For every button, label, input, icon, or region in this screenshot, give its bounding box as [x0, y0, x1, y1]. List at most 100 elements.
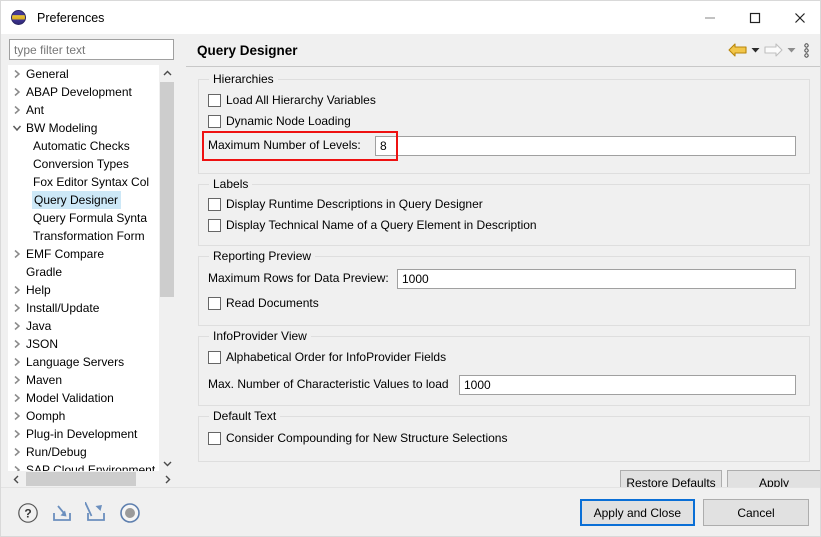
preferences-tree[interactable]: General ABAP Development Ant BW Modeling Aut… — [8, 65, 175, 471]
tree-item-plug-in-development[interactable]: Plug-in Development — [8, 425, 160, 443]
label-maximum-number-of-levels: Maximum Number of Levels: — [208, 138, 361, 152]
scroll-left-icon[interactable] — [8, 471, 24, 487]
checkbox-row-load-all-hierarchy-variables[interactable]: Load All Hierarchy Variables — [208, 93, 376, 107]
tree-vertical-scrollbar[interactable] — [159, 65, 175, 471]
view-menu-icon[interactable] — [798, 37, 814, 63]
tree-item-bw-modeling[interactable]: BW Modeling — [8, 119, 160, 137]
checkbox-row-display-runtime-descriptions[interactable]: Display Runtime Descriptions in Query De… — [208, 197, 483, 211]
chevron-right-icon[interactable] — [8, 249, 25, 259]
checkbox-load-all-hierarchy-variables[interactable] — [208, 93, 221, 107]
filter-field-wrapper — [9, 39, 174, 60]
max-characteristic-values-input[interactable] — [459, 375, 796, 395]
label-maximum-rows-for-data-preview: Maximum Rows for Data Preview: — [208, 271, 389, 285]
tree-item-abap-development[interactable]: ABAP Development — [8, 83, 160, 101]
tree-item-json[interactable]: JSON — [8, 335, 160, 353]
tree-item-label: Ant — [26, 103, 45, 117]
label-display-runtime-descriptions: Display Runtime Descriptions in Query De… — [226, 197, 483, 211]
chevron-right-icon[interactable] — [8, 339, 25, 349]
checkbox-row-read-documents[interactable]: Read Documents — [208, 296, 319, 310]
close-icon[interactable] — [777, 1, 820, 34]
svg-text:?: ? — [24, 507, 31, 521]
tree-item-conversion-types[interactable]: Conversion Types — [8, 155, 160, 173]
tree-item-maven[interactable]: Maven — [8, 371, 160, 389]
label-read-documents: Read Documents — [226, 296, 319, 310]
apply-and-close-button[interactable]: Apply and Close — [579, 499, 695, 526]
tree-item-query-designer[interactable]: Query Designer — [8, 191, 160, 209]
checkbox-dynamic-node-loading[interactable] — [208, 114, 221, 128]
preference-page: Query Designer Hierarchies Load All Hier… — [186, 34, 820, 495]
tree-item-help[interactable]: Help — [8, 281, 160, 299]
scroll-right-icon[interactable] — [159, 471, 175, 487]
chevron-right-icon[interactable] — [8, 357, 25, 367]
back-arrow-icon[interactable] — [726, 37, 748, 63]
checkbox-alphabetical-order-for-infoprovider-fields[interactable] — [208, 350, 221, 364]
horizontal-scroll-thumb[interactable] — [26, 472, 136, 486]
tree-item-automatic-checks[interactable]: Automatic Checks — [8, 137, 160, 155]
scroll-down-icon[interactable] — [159, 455, 175, 471]
help-icon[interactable]: ? — [15, 500, 41, 526]
checkbox-row-consider-compounding[interactable]: Consider Compounding for New Structure S… — [208, 431, 507, 445]
tree-item-label: BW Modeling — [26, 121, 98, 135]
chevron-down-icon[interactable] — [8, 124, 25, 132]
tree-item-query-formula-synta[interactable]: Query Formula Synta — [8, 209, 160, 227]
tree-item-install-update[interactable]: Install/Update — [8, 299, 160, 317]
tree-item-model-validation[interactable]: Model Validation — [8, 389, 160, 407]
checkbox-row-dynamic-node-loading[interactable]: Dynamic Node Loading — [208, 114, 351, 128]
chevron-right-icon[interactable] — [8, 303, 25, 313]
cancel-button[interactable]: Cancel — [703, 499, 809, 526]
tree-item-run-debug[interactable]: Run/Debug — [8, 443, 160, 461]
search-input[interactable] — [9, 39, 174, 60]
checkbox-row-display-technical-name[interactable]: Display Technical Name of a Query Elemen… — [208, 218, 537, 232]
export-preferences-icon[interactable] — [83, 500, 109, 526]
checkbox-display-runtime-descriptions[interactable] — [208, 197, 221, 211]
tree-item-general[interactable]: General — [8, 65, 160, 83]
chevron-right-icon[interactable] — [8, 375, 25, 385]
tree-item-label: Help — [26, 283, 51, 297]
tree-item-java[interactable]: Java — [8, 317, 160, 335]
minimize-icon[interactable] — [687, 1, 732, 34]
maximum-rows-for-data-preview-input[interactable] — [397, 269, 796, 289]
tree-item-ant[interactable]: Ant — [8, 101, 160, 119]
chevron-right-icon[interactable] — [8, 393, 25, 403]
tree-item-label: Install/Update — [26, 301, 100, 315]
dialog-footer: ? Apply and Close Cancel — [1, 487, 820, 536]
chevron-right-icon[interactable] — [8, 105, 25, 115]
label-dynamic-node-loading: Dynamic Node Loading — [226, 114, 351, 128]
tree-item-sap-cloud-environment[interactable]: SAP Cloud Environment — [8, 461, 160, 471]
chevron-right-icon[interactable] — [8, 285, 25, 295]
tree-item-label: Run/Debug — [26, 445, 87, 459]
chevron-right-icon[interactable] — [8, 321, 25, 331]
footer-icon-group: ? — [15, 500, 143, 526]
tree-item-label: EMF Compare — [26, 247, 105, 261]
tree-item-label: Oomph — [26, 409, 66, 423]
import-preferences-icon[interactable] — [49, 500, 75, 526]
chevron-right-icon[interactable] — [8, 87, 25, 97]
chevron-right-icon[interactable] — [8, 447, 25, 457]
group-hierarchies: Hierarchies Load All Hierarchy Variables… — [198, 72, 810, 174]
vertical-scroll-thumb[interactable] — [160, 82, 174, 297]
chevron-right-icon[interactable] — [8, 69, 25, 79]
scroll-up-icon[interactable] — [159, 65, 175, 81]
tree-item-language-servers[interactable]: Language Servers — [8, 353, 160, 371]
forward-history-chevron-down-icon[interactable] — [784, 37, 798, 63]
oomph-recorder-icon[interactable] — [117, 500, 143, 526]
tree-item-gradle[interactable]: Gradle — [8, 263, 160, 281]
tree-item-emf-compare[interactable]: EMF Compare — [8, 245, 160, 263]
chevron-right-icon[interactable] — [8, 429, 25, 439]
back-history-chevron-down-icon[interactable] — [748, 37, 762, 63]
tree-item-oomph[interactable]: Oomph — [8, 407, 160, 425]
chevron-right-icon[interactable] — [8, 411, 25, 421]
tree-item-label: Automatic Checks — [33, 139, 130, 153]
footer-button-group: Apply and Close Cancel — [579, 499, 809, 526]
maximize-icon[interactable] — [732, 1, 777, 34]
checkbox-read-documents[interactable] — [208, 296, 221, 310]
checkbox-consider-compounding[interactable] — [208, 431, 221, 445]
tree-item-fox-editor-syntax-col[interactable]: Fox Editor Syntax Col — [8, 173, 160, 191]
forward-arrow-icon — [762, 37, 784, 63]
tree-item-transformation-form[interactable]: Transformation Form — [8, 227, 160, 245]
checkbox-display-technical-name[interactable] — [208, 218, 221, 232]
tree-horizontal-scrollbar[interactable] — [8, 471, 175, 487]
max-number-of-levels-input[interactable] — [375, 136, 796, 156]
checkbox-row-alphabetical-order[interactable]: Alphabetical Order for InfoProvider Fiel… — [208, 350, 446, 364]
page-header: Query Designer — [186, 34, 820, 67]
